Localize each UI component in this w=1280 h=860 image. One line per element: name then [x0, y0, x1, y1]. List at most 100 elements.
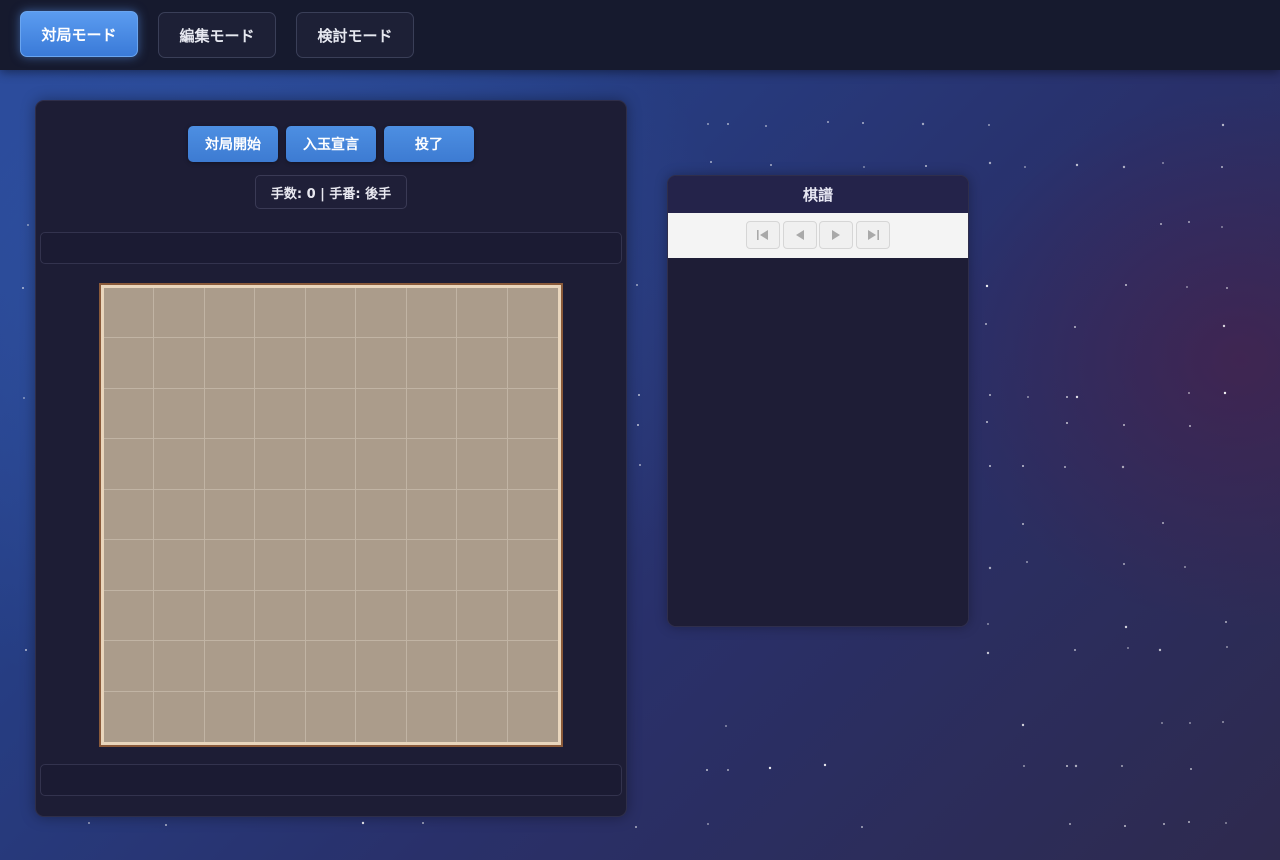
opponent-hand-area[interactable]: [40, 232, 622, 264]
board-square[interactable]: [305, 641, 357, 692]
board-square[interactable]: [104, 288, 155, 339]
board-square[interactable]: [255, 540, 306, 591]
board-square[interactable]: [507, 338, 558, 389]
board-square[interactable]: [204, 388, 256, 440]
board-square[interactable]: [104, 540, 155, 591]
board-square[interactable]: [305, 338, 357, 389]
board-square[interactable]: [104, 691, 155, 742]
board-square[interactable]: [507, 288, 558, 339]
board-square[interactable]: [356, 691, 407, 742]
board-square[interactable]: [406, 540, 458, 591]
star-dot: [1225, 621, 1227, 623]
board-square[interactable]: [406, 338, 458, 389]
board-square[interactable]: [457, 489, 508, 541]
board-square[interactable]: [407, 691, 458, 742]
board-square[interactable]: [406, 590, 458, 642]
board-square[interactable]: [255, 338, 306, 389]
board-square[interactable]: [507, 439, 558, 490]
board-square[interactable]: [457, 439, 508, 490]
board-square[interactable]: [305, 388, 357, 440]
board-square[interactable]: [507, 490, 558, 541]
board-square[interactable]: [104, 388, 155, 440]
board-square[interactable]: [507, 389, 558, 440]
board-square[interactable]: [255, 388, 306, 440]
board-square[interactable]: [306, 691, 357, 742]
board-square[interactable]: [204, 439, 256, 490]
board-square[interactable]: [507, 641, 558, 692]
kifu-move-list[interactable]: [668, 258, 968, 626]
board-square[interactable]: [356, 641, 407, 692]
board-square[interactable]: [305, 288, 357, 339]
board-square[interactable]: [255, 288, 306, 339]
board-square[interactable]: [104, 439, 155, 490]
board-square[interactable]: [154, 540, 205, 591]
board-square[interactable]: [255, 590, 306, 642]
board-square[interactable]: [154, 288, 205, 339]
board-square[interactable]: [406, 489, 458, 541]
board-square[interactable]: [204, 288, 256, 339]
board-square[interactable]: [204, 641, 256, 692]
first-move-button[interactable]: [746, 221, 780, 249]
board-square[interactable]: [255, 439, 306, 490]
star-dot: [706, 769, 708, 771]
board-square[interactable]: [305, 590, 357, 642]
board-square[interactable]: [356, 439, 407, 490]
board-square[interactable]: [356, 590, 407, 642]
tab-study-mode[interactable]: 検討モード: [296, 12, 414, 58]
board-square[interactable]: [204, 489, 256, 541]
board-square[interactable]: [104, 489, 155, 541]
board-square[interactable]: [154, 590, 205, 642]
player-hand-area[interactable]: [40, 764, 622, 796]
board-square[interactable]: [204, 590, 256, 642]
board-square[interactable]: [457, 288, 508, 339]
board-square[interactable]: [457, 691, 508, 742]
resign-button[interactable]: 投了: [384, 126, 474, 162]
board-square[interactable]: [154, 338, 205, 389]
board-square[interactable]: [154, 489, 205, 541]
tab-play-mode[interactable]: 対局モード: [20, 11, 138, 57]
board-square[interactable]: [104, 338, 155, 389]
board-square[interactable]: [406, 641, 458, 692]
star-dot: [823, 763, 827, 767]
start-game-button[interactable]: 対局開始: [188, 126, 278, 162]
board-square[interactable]: [305, 540, 357, 591]
last-move-button[interactable]: [856, 221, 890, 249]
board-square[interactable]: [154, 691, 205, 742]
board-square[interactable]: [356, 540, 407, 591]
board-square[interactable]: [406, 439, 458, 490]
board-square[interactable]: [154, 641, 205, 692]
board-square[interactable]: [457, 540, 508, 591]
board-square[interactable]: [406, 388, 458, 440]
board-square[interactable]: [406, 288, 458, 339]
board-square[interactable]: [204, 338, 256, 389]
board-square[interactable]: [457, 641, 508, 692]
declare-entering-king-button[interactable]: 入玉宣言: [286, 126, 376, 162]
board-square[interactable]: [204, 540, 256, 591]
board-square[interactable]: [457, 388, 508, 440]
board-square[interactable]: [508, 692, 558, 742]
board-square[interactable]: [356, 338, 407, 389]
board-square[interactable]: [507, 591, 558, 642]
next-move-button[interactable]: [819, 221, 853, 249]
board-square[interactable]: [154, 439, 205, 490]
board-square[interactable]: [255, 489, 306, 541]
board-square[interactable]: [255, 691, 306, 742]
shogi-board[interactable]: [99, 283, 563, 747]
board-square[interactable]: [356, 288, 407, 339]
board-square[interactable]: [305, 489, 357, 541]
board-square[interactable]: [457, 338, 508, 389]
star-dot: [988, 566, 992, 570]
board-square[interactable]: [507, 540, 558, 591]
board-square[interactable]: [356, 388, 407, 440]
board-square[interactable]: [356, 489, 407, 541]
board-square[interactable]: [457, 590, 508, 642]
board-square[interactable]: [305, 439, 357, 490]
star-dot: [1022, 523, 1024, 525]
previous-move-button[interactable]: [783, 221, 817, 249]
board-square[interactable]: [255, 641, 306, 692]
board-square[interactable]: [205, 691, 256, 742]
board-square[interactable]: [104, 641, 155, 692]
board-square[interactable]: [154, 388, 205, 440]
board-square[interactable]: [104, 590, 155, 642]
tab-edit-mode[interactable]: 編集モード: [158, 12, 276, 58]
